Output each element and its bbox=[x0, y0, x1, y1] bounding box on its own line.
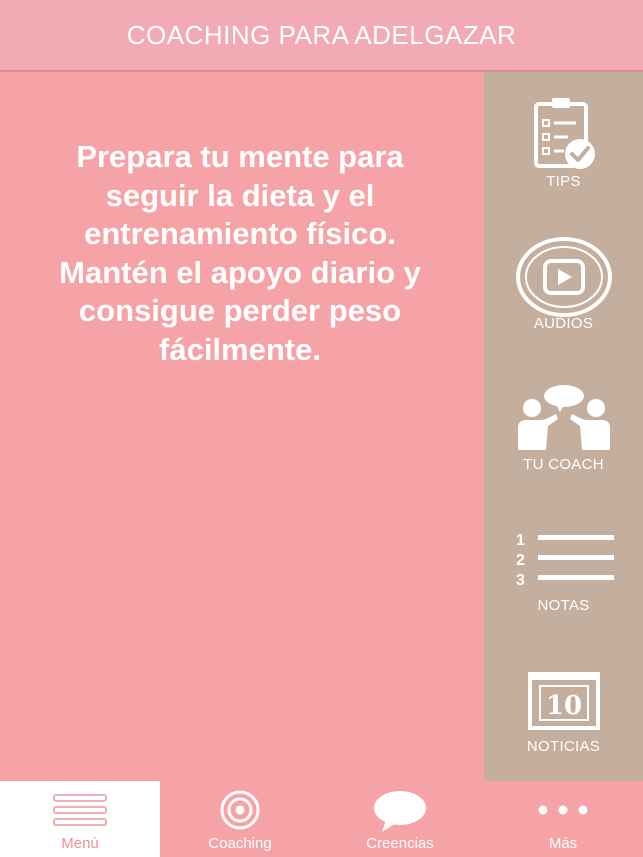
tab-label: Más bbox=[548, 835, 578, 852]
sidebar-item-label: NOTAS bbox=[537, 597, 590, 614]
tab-label: Coaching bbox=[208, 835, 272, 852]
sidebar-item-notas[interactable]: 1 2 3 NOTAS bbox=[484, 495, 643, 636]
calendar-icon: 10 bbox=[484, 670, 643, 732]
svg-text:2: 2 bbox=[516, 552, 525, 569]
target-icon bbox=[160, 789, 320, 831]
intro-text: Prepara tu mente para seguir la dieta y … bbox=[59, 139, 421, 367]
people-talking-icon bbox=[484, 384, 643, 454]
tab-menu[interactable]: Menú bbox=[0, 781, 160, 857]
sidebar-item-tips[interactable]: TIPS bbox=[484, 72, 643, 213]
main-content: Prepara tu mente para seguir la dieta y … bbox=[0, 72, 484, 781]
sidebar-item-label: NOTICIAS bbox=[526, 738, 601, 755]
sidebar: TIPS AUDIOS TU COACH 1 2 3 NOTAS 10 NOTI… bbox=[484, 72, 643, 781]
sidebar-item-audios[interactable]: AUDIOS bbox=[484, 213, 643, 354]
svg-text:10: 10 bbox=[545, 691, 581, 721]
tab-label: Menú bbox=[61, 835, 99, 852]
svg-text:1: 1 bbox=[516, 532, 525, 549]
sidebar-item-label: TIPS bbox=[546, 173, 581, 190]
app-header: COACHING PARA ADELGAZAR bbox=[0, 0, 643, 72]
chat-bubble-icon bbox=[320, 790, 480, 834]
play-circle-icon bbox=[484, 237, 643, 317]
tab-creencias[interactable]: Creencias bbox=[320, 781, 480, 857]
svg-text:3: 3 bbox=[516, 572, 525, 585]
tab-coaching[interactable]: Coaching bbox=[160, 781, 320, 857]
sidebar-item-label: AUDIOS bbox=[533, 315, 594, 332]
tab-label: Creencias bbox=[366, 835, 434, 852]
sidebar-item-tu-coach[interactable]: TU COACH bbox=[484, 354, 643, 495]
bottom-tab-bar: Menú Coaching Creencias Más bbox=[0, 781, 643, 857]
sidebar-item-noticias[interactable]: 10 NOTICIAS bbox=[484, 636, 643, 777]
sidebar-item-label: TU COACH bbox=[523, 456, 604, 473]
menu-icon bbox=[0, 793, 160, 827]
app-title: COACHING PARA ADELGAZAR bbox=[126, 19, 517, 50]
tab-mas[interactable]: Más bbox=[483, 781, 643, 857]
clipboard-check-icon bbox=[484, 94, 643, 174]
more-dots-icon bbox=[483, 803, 643, 817]
numbered-list-icon: 1 2 3 bbox=[484, 529, 643, 585]
